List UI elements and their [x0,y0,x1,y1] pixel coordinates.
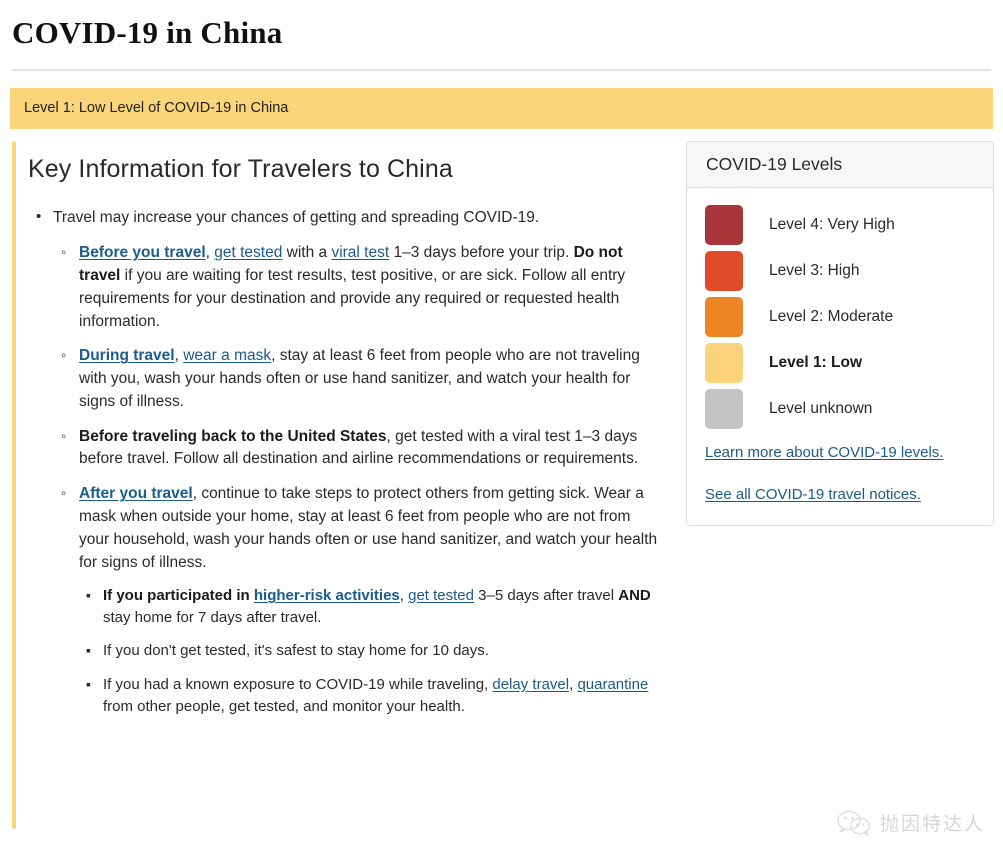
level-label: Level 1: Low [769,353,863,371]
sidebar-link-2[interactable]: See all COVID-19 travel notices. [705,483,975,507]
emphasis-text: Before traveling back to the United Stat… [79,427,387,445]
level-label: Level 3: High [769,261,860,279]
title-divider [12,69,991,72]
body-text: If you had a known exposure to COVID-19 … [103,675,493,693]
body-text: , [174,347,184,365]
level-color-swatch [705,297,743,338]
covid-levels-links: Learn more about COVID-19 levels. See all… [705,441,975,508]
level-color-swatch [705,251,743,292]
wechat-icon [837,810,871,836]
body-text: , [205,244,215,262]
left-accent-bar [12,141,16,830]
list-item: Before you travel, get tested with a vir… [61,242,660,333]
legend-row-3: Level 2: Moderate [705,294,975,340]
content-link[interactable]: wear a mask [183,347,271,364]
alert-banner-text: Level 1: Low Level of COVID-19 in China [24,99,289,116]
level-color-swatch [705,205,743,246]
bullet-list: If you participated in higher-risk activ… [79,585,660,717]
content-area: Key Information for Travelers to China T… [0,141,1003,830]
legend-row-5: Level unknown [705,386,975,432]
body-text: Travel may increase your chances of gett… [53,209,540,227]
body-text: with a [282,244,332,262]
body-text: stay home for 7 days after travel. [103,609,322,627]
list-item: After you travel, continue to take steps… [61,483,660,717]
bullet-list: Before you travel, get tested with a vir… [53,242,660,717]
emphasis-text: AND [618,587,651,605]
covid-level-alert-banner: Level 1: Low Level of COVID-19 in China [10,88,993,130]
list-item: Travel may increase your chances of gett… [36,206,660,717]
section-heading: Key Information for Travelers to China [28,155,453,184]
content-link[interactable]: viral test [331,244,389,261]
legend-row-2: Level 3: High [705,248,975,294]
key-information-list: Travel may increase your chances of gett… [28,206,660,717]
main-content-column: Key Information for Travelers to China T… [0,141,660,717]
list-item: Before traveling back to the United Stat… [61,426,660,472]
content-link[interactable]: get tested [408,587,474,604]
content-link[interactable]: Before you travel [79,244,206,261]
sidebar-link-1[interactable]: Learn more about COVID-19 levels. [705,441,975,465]
body-text: , [399,587,409,605]
list-item: If you had a known exposure to COVID-19 … [86,674,660,718]
legend-row-4: Level 1: Low [705,340,975,386]
content-link[interactable]: higher-risk activities [254,587,400,604]
covid-levels-legend: Level 4: Very High Level 3: High Level 2: … [705,202,975,432]
emphasis-text: If you participated in [103,587,254,605]
legend-row-1: Level 4: Very High [705,202,975,248]
level-label: Level 2: Moderate [769,307,894,325]
content-link[interactable]: After you travel [79,485,193,502]
body-text: 1–3 days before your trip. [389,244,574,262]
covid-levels-card-title: COVID-19 Levels [687,142,993,189]
body-text: If you don't get tested, it's safest to … [103,642,489,660]
sidebar-column: COVID-19 Levels Level 4: Very High Level … [686,141,994,526]
level-color-swatch [705,343,743,384]
watermark-text: 抛因特达人 [879,814,985,835]
body-text: 3–5 days after travel [474,587,619,605]
content-link[interactable]: quarantine [577,676,648,693]
body-text: if you are waiting for test results, tes… [79,267,626,330]
content-link[interactable]: delay travel [492,676,569,693]
level-label: Level 4: Very High [769,215,895,233]
level-color-swatch [705,389,743,430]
list-item: If you participated in higher-risk activ… [86,585,660,629]
body-text: from other people, get tested, and monit… [103,697,465,715]
list-item: If you don't get tested, it's safest to … [86,640,660,662]
covid-levels-card-body: Level 4: Very High Level 3: High Level 2: … [687,188,993,525]
covid-levels-card: COVID-19 Levels Level 4: Very High Level … [686,141,994,526]
page-title: COVID-19 in China [12,15,283,50]
list-item: During travel, wear a mask, stay at leas… [61,345,660,413]
watermark: 抛因特达人 [837,809,985,836]
content-link[interactable]: get tested [214,244,282,261]
content-link[interactable]: During travel [79,347,175,364]
level-label: Level unknown [769,399,873,417]
